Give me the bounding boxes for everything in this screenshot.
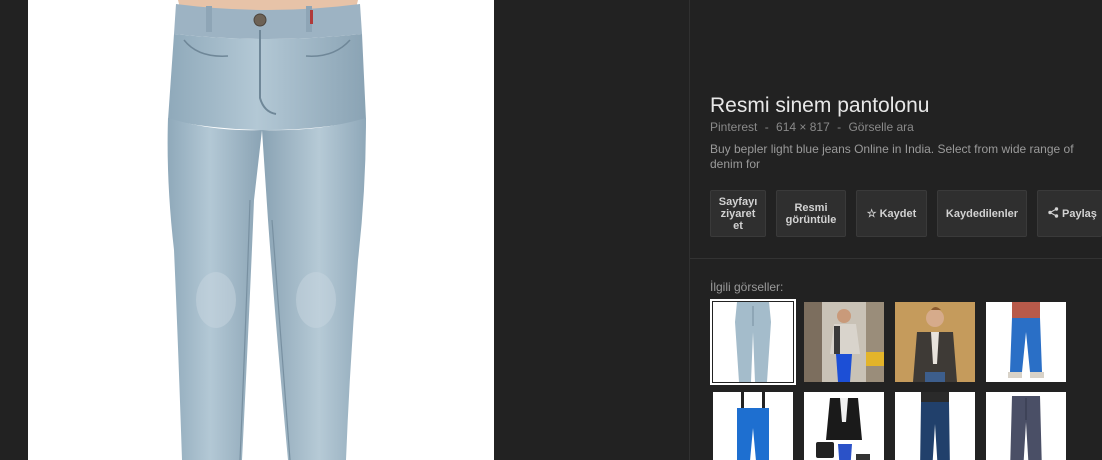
visit-page-label: Sayfayı ziyaret et xyxy=(718,195,758,232)
jeans-image xyxy=(167,0,366,460)
section-divider xyxy=(690,258,1102,259)
blue-jeans-man-thumbnail xyxy=(986,302,1066,382)
related-thumbnail-2[interactable] xyxy=(804,302,884,382)
meta-separator: - xyxy=(837,120,842,134)
related-thumbnail-5[interactable] xyxy=(713,392,793,460)
grey-trousers-thumbnail xyxy=(986,392,1066,460)
search-by-image-link[interactable]: Görselle ara xyxy=(848,120,913,134)
related-thumbnail-1[interactable] xyxy=(710,299,796,385)
image-meta: Pinterest - 614 × 817 - Görselle ara xyxy=(710,120,914,134)
source-link[interactable]: Pinterest xyxy=(710,120,757,134)
share-icon xyxy=(1048,206,1059,221)
save-label: Kaydet xyxy=(879,207,917,220)
meta-separator: - xyxy=(764,120,769,134)
saved-button[interactable]: Kaydedilenler xyxy=(937,190,1027,237)
related-thumbnail-3[interactable] xyxy=(895,302,975,382)
image-dimensions: 614 × 817 xyxy=(776,120,830,134)
related-images-label: İlgili görseller: xyxy=(710,280,784,294)
share-button[interactable]: Paylaş xyxy=(1037,190,1102,237)
suit-outfit-thumbnail xyxy=(804,392,884,460)
related-thumbnail-8[interactable] xyxy=(986,392,1066,460)
image-description: Buy bepler light blue jeans Online in In… xyxy=(710,142,1074,171)
related-thumbnail-6[interactable] xyxy=(804,392,884,460)
star-icon: ☆ xyxy=(866,207,877,220)
blazer-man-thumbnail xyxy=(895,302,975,382)
image-title[interactable]: Resmi sinem pantolonu xyxy=(710,94,929,118)
save-button[interactable]: ☆ Kaydet xyxy=(856,190,927,237)
ski-pants-thumbnail xyxy=(713,392,793,460)
dark-jeans-thumbnail xyxy=(895,392,975,460)
street-fashion-thumbnail xyxy=(804,302,884,382)
related-thumbnail-7[interactable] xyxy=(895,392,975,460)
related-thumbnail-4[interactable] xyxy=(986,302,1066,382)
info-panel: Resmi sinem pantolonu Pinterest - 614 × … xyxy=(690,0,1102,460)
light-jeans-thumbnail xyxy=(713,302,793,382)
view-image-button[interactable]: Resmi görüntüle xyxy=(776,190,846,237)
visit-page-button[interactable]: Sayfayı ziyaret et xyxy=(710,190,766,237)
image-viewer: Resmi sinem pantolonu Pinterest - 614 × … xyxy=(0,0,1102,460)
view-image-label: Resmi görüntüle xyxy=(785,201,837,226)
preview-image[interactable] xyxy=(28,0,494,460)
saved-label: Kaydedilenler xyxy=(945,207,1019,220)
share-label: Paylaş xyxy=(1062,207,1097,220)
